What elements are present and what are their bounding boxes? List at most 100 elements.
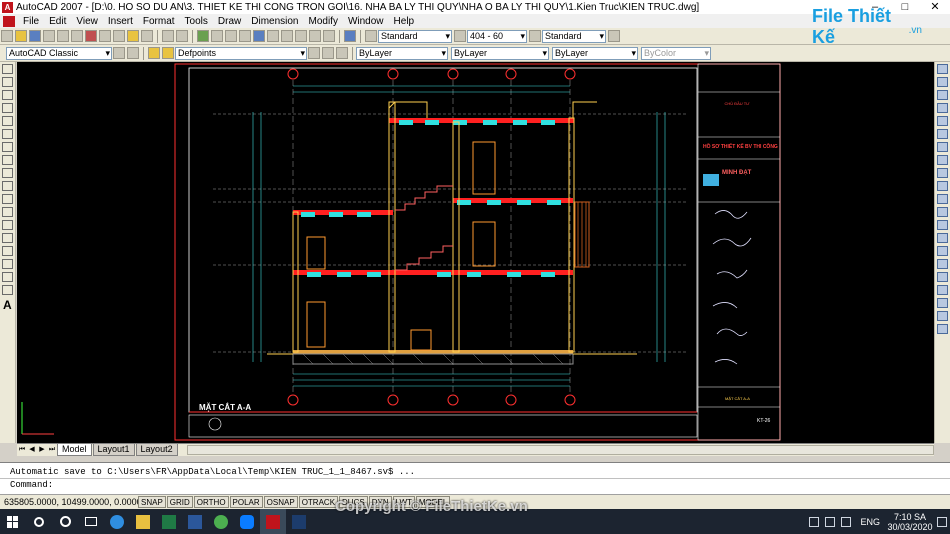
text-style-select[interactable]: Standard: [378, 29, 452, 43]
line-icon[interactable]: [2, 64, 13, 74]
make-current-layer-icon[interactable]: [308, 47, 320, 59]
copy-icon[interactable]: [99, 30, 111, 42]
layer-previous-icon[interactable]: [322, 47, 334, 59]
cortana-icon[interactable]: [52, 509, 78, 534]
draworder-icon[interactable]: [937, 272, 948, 282]
menu-edit[interactable]: Edit: [44, 16, 71, 27]
tab-first-icon[interactable]: ⏮: [17, 445, 27, 455]
design-center-icon[interactable]: [267, 30, 279, 42]
properties-icon[interactable]: [253, 30, 265, 42]
copy-object-icon[interactable]: [937, 77, 948, 87]
arc-icon[interactable]: [2, 129, 13, 139]
dimension-icon[interactable]: [937, 298, 948, 308]
linetype-select[interactable]: ByLayer: [451, 46, 549, 60]
undo-icon[interactable]: [162, 30, 174, 42]
sheet-set-icon[interactable]: [295, 30, 307, 42]
clock[interactable]: 7:10 SA 30/03/2020: [886, 512, 934, 532]
pan-icon[interactable]: [197, 30, 209, 42]
quick-dim-icon[interactable]: [937, 324, 948, 334]
network-icon[interactable]: [809, 516, 820, 527]
print-icon[interactable]: [43, 30, 55, 42]
chamfer-icon[interactable]: [937, 233, 948, 243]
ellipse-icon[interactable]: [2, 181, 13, 191]
publish-icon[interactable]: [71, 30, 83, 42]
workspace-settings-icon[interactable]: [113, 47, 125, 59]
markup-icon[interactable]: [309, 30, 321, 42]
ellipse-arc-icon[interactable]: [2, 194, 13, 204]
notification-icon[interactable]: [937, 516, 947, 527]
table-style-select[interactable]: Standard: [542, 29, 606, 43]
ortho-toggle[interactable]: ORTHO: [193, 496, 229, 508]
tab-last-icon[interactable]: ⏭: [47, 445, 57, 455]
redo-icon[interactable]: [176, 30, 188, 42]
tab-layout1[interactable]: Layout1: [92, 444, 135, 456]
construction-line-icon[interactable]: [2, 77, 13, 87]
scale-icon[interactable]: [937, 155, 948, 165]
make-block-icon[interactable]: [2, 220, 13, 230]
zoom-previous-icon[interactable]: [239, 30, 251, 42]
osnap-toggle[interactable]: OSNAP: [263, 496, 298, 508]
cut-icon[interactable]: [85, 30, 97, 42]
explode-icon[interactable]: [937, 259, 948, 269]
battery-icon[interactable]: [841, 516, 852, 527]
command-window[interactable]: Automatic save to C:\Users\FR\AppData\Lo…: [0, 462, 950, 494]
insert-block-icon[interactable]: [2, 207, 13, 217]
autocad-app-icon[interactable]: A: [2, 1, 13, 13]
zalo-icon[interactable]: [234, 509, 260, 534]
join-icon[interactable]: [937, 220, 948, 230]
language-indicator[interactable]: ENG: [860, 517, 880, 527]
polygon-icon[interactable]: [2, 103, 13, 113]
trim-icon[interactable]: [937, 181, 948, 191]
excel-icon[interactable]: [156, 509, 182, 534]
task-view-icon[interactable]: [78, 509, 104, 534]
new-icon[interactable]: [1, 30, 13, 42]
menu-modify[interactable]: Modify: [304, 16, 343, 27]
zoom-realtime-icon[interactable]: [211, 30, 223, 42]
layer-walk-icon[interactable]: [937, 285, 948, 295]
match-properties-icon[interactable]: [127, 30, 139, 42]
menu-file[interactable]: File: [18, 16, 44, 27]
document-icon[interactable]: [3, 15, 15, 27]
chrome-icon[interactable]: [208, 509, 234, 534]
autocad-taskbar-icon[interactable]: [260, 509, 286, 534]
workspace-save-icon[interactable]: [127, 47, 139, 59]
start-button[interactable]: [0, 509, 26, 534]
coordinate-readout[interactable]: 635805.0000, 10499.0000, 0.0000: [0, 497, 142, 507]
region-icon[interactable]: [2, 272, 13, 282]
rotate-icon[interactable]: [937, 142, 948, 152]
stretch-icon[interactable]: [937, 168, 948, 178]
layer-select[interactable]: Defpoints: [175, 46, 307, 60]
title-bar[interactable]: A AutoCAD 2007 - [D:\0. HO SO DU AN\3. T…: [0, 0, 950, 14]
otrack-toggle[interactable]: OTRACK: [298, 496, 339, 508]
word-icon[interactable]: [182, 509, 208, 534]
file-explorer-icon[interactable]: [130, 509, 156, 534]
menu-view[interactable]: View: [71, 16, 103, 27]
paste-icon[interactable]: [113, 30, 125, 42]
break-icon[interactable]: [937, 207, 948, 217]
move-icon[interactable]: [937, 129, 948, 139]
circle-icon[interactable]: [2, 142, 13, 152]
menu-help[interactable]: Help: [389, 16, 420, 27]
menu-tools[interactable]: Tools: [180, 16, 213, 27]
tab-prev-icon[interactable]: ◀: [27, 445, 37, 455]
menu-insert[interactable]: Insert: [103, 16, 138, 27]
horizontal-scrollbar[interactable]: [186, 445, 934, 455]
color-select[interactable]: ByLayer: [356, 46, 448, 60]
mirror-icon[interactable]: [937, 90, 948, 100]
tab-layout2[interactable]: Layout2: [135, 444, 178, 456]
gradient-icon[interactable]: [2, 259, 13, 269]
save-icon[interactable]: [29, 30, 41, 42]
tab-model[interactable]: Model: [57, 444, 92, 456]
grid-toggle[interactable]: GRID: [166, 496, 193, 508]
dim-style-select[interactable]: 404 - 60: [467, 29, 527, 43]
open-icon[interactable]: [15, 30, 27, 42]
table-icon[interactable]: [2, 285, 13, 295]
calculator-icon[interactable]: [323, 30, 335, 42]
menu-dimension[interactable]: Dimension: [246, 16, 303, 27]
fillet-icon[interactable]: [937, 246, 948, 256]
workspace-select[interactable]: AutoCAD Classic: [6, 46, 112, 60]
multiline-text-icon[interactable]: A: [3, 298, 15, 312]
preview-icon[interactable]: [57, 30, 69, 42]
layer-manager-icon[interactable]: [148, 47, 160, 59]
photoshop-icon[interactable]: [286, 509, 312, 534]
